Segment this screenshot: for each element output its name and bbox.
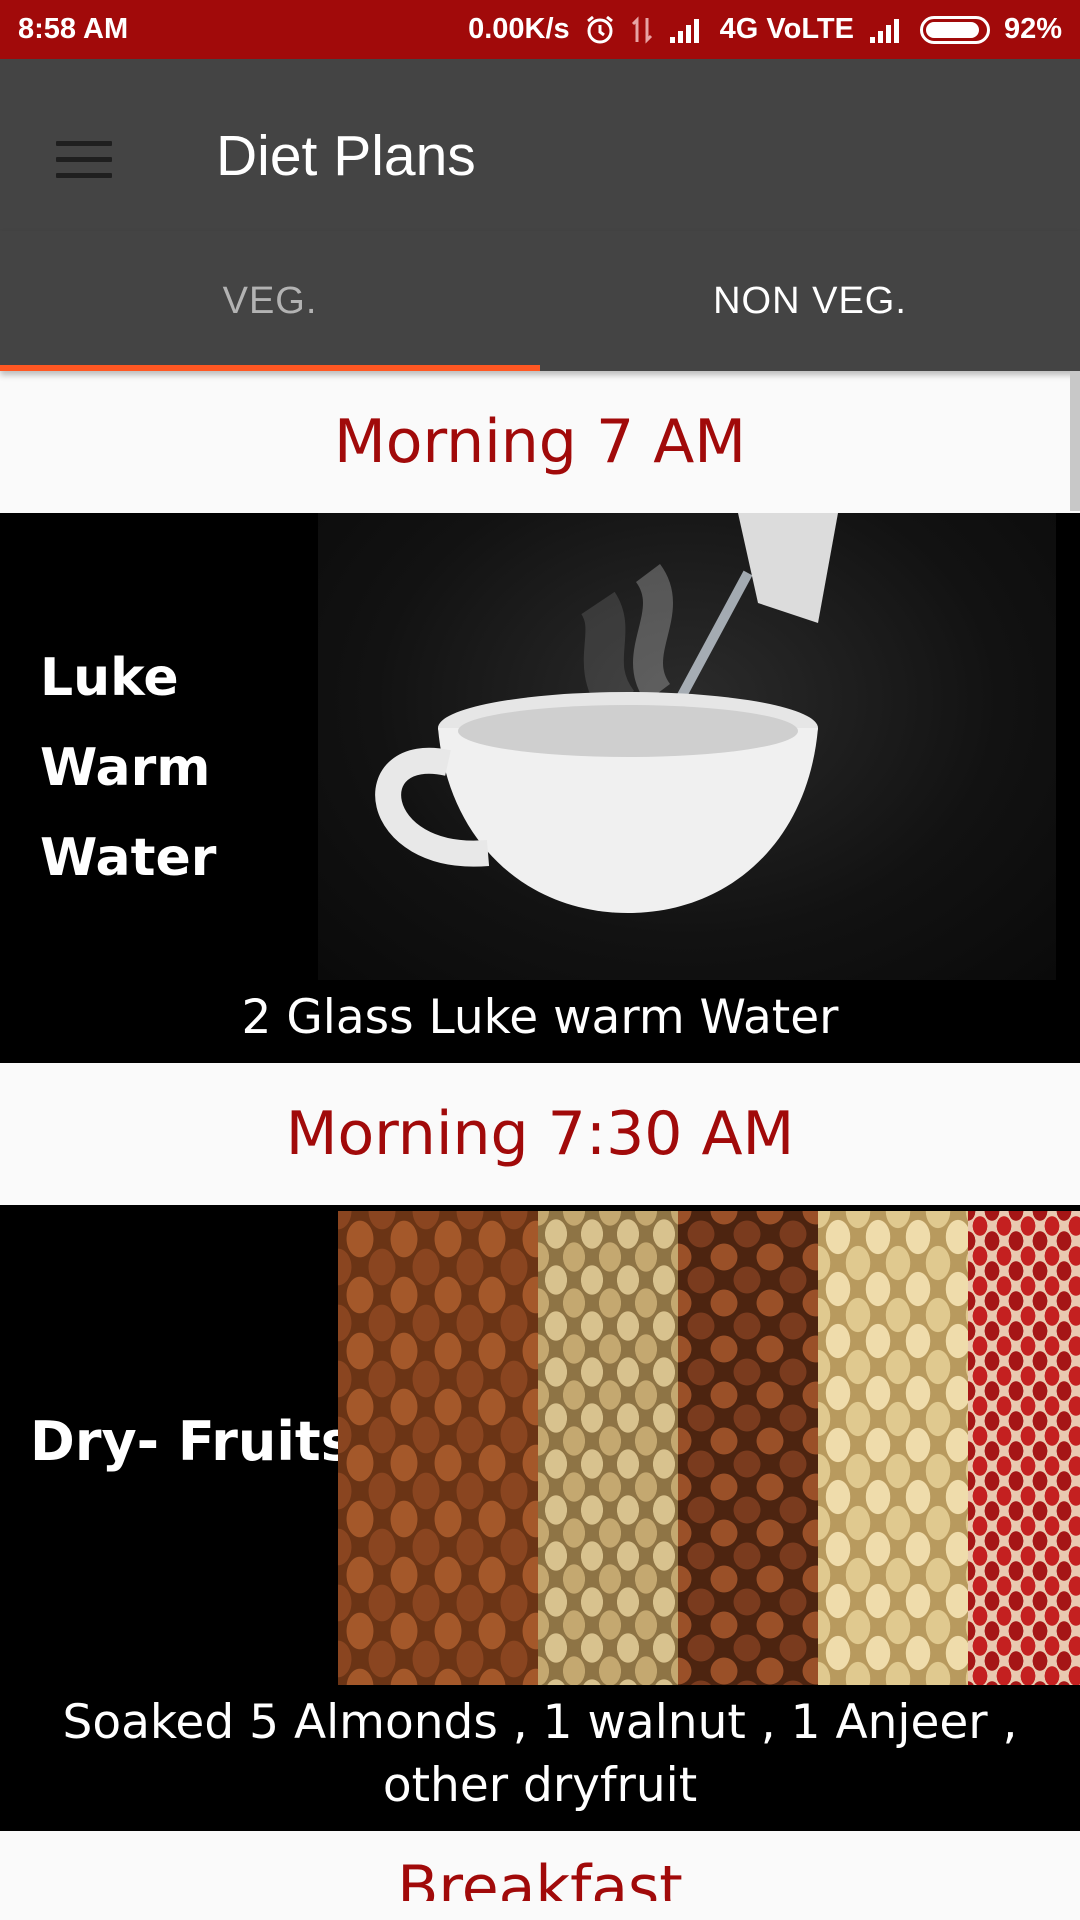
signal-icon — [668, 15, 706, 45]
battery-level-fill — [925, 21, 980, 38]
data-transfer-icon — [630, 14, 654, 46]
diet-type-tabs: VEG. NON VEG. — [0, 231, 1080, 371]
meal-caption: 2 Glass Luke warm Water — [241, 990, 839, 1045]
meal-card[interactable]: Dry- Fruits Soaked 5 Almonds , 1 walnut … — [0, 1205, 1080, 1831]
warm-water-image: Luke Warm Water — [0, 513, 1080, 980]
meal-card[interactable]: Luke Warm Water 2 Glass Luke warm Water — [0, 513, 1080, 1063]
meal-time-header: Morning 7 AM — [0, 371, 1080, 513]
dry-fruits-image: Dry- Fruits — [0, 1205, 1080, 1685]
image-label: Dry- Fruits — [30, 1410, 353, 1473]
network-type: 4G VoLTE — [719, 13, 854, 45]
tab-veg-label: VEG. — [222, 279, 318, 322]
status-time: 8:58 AM — [18, 13, 129, 45]
tab-non-veg-label: NON VEG. — [713, 279, 907, 322]
alarm-icon — [584, 14, 616, 46]
almonds-graphic — [338, 1211, 538, 1685]
network-speed: 0.00K/s — [468, 13, 570, 45]
battery-icon — [919, 15, 990, 44]
diet-plan-list[interactable]: Morning 7 AM Luke Warm Water 2 Glass Luk… — [0, 371, 1080, 1920]
teacup-photo — [318, 513, 1056, 980]
cashews-graphic — [818, 1211, 968, 1685]
meal-time-header: Breakfast — [397, 1853, 683, 1901]
image-label: Luke Warm Water — [40, 648, 217, 888]
scrollbar[interactable] — [1070, 371, 1080, 511]
tab-selected-indicator — [0, 365, 540, 371]
meal-caption: Soaked 5 Almonds , 1 walnut , 1 Anjeer ,… — [62, 1695, 1018, 1813]
pistachios-graphic — [538, 1211, 678, 1685]
app-toolbar: Diet Plans — [0, 59, 1080, 231]
signal-icon-secondary — [868, 15, 906, 45]
status-bar: 8:58 AM 0.00K/s 4G VoLTE 92% — [0, 0, 1080, 59]
tab-non-veg[interactable]: NON VEG. — [540, 231, 1080, 371]
tab-veg[interactable]: VEG. — [0, 231, 540, 371]
page-title: Diet Plans — [216, 124, 476, 188]
peanuts-graphic — [968, 1211, 1080, 1685]
hazelnuts-graphic — [678, 1211, 818, 1685]
battery-percent: 92% — [1003, 13, 1062, 45]
hamburger-menu-icon[interactable] — [40, 115, 128, 203]
meal-time-header: Morning 7:30 AM — [0, 1063, 1080, 1205]
dry-fruits-photo — [338, 1211, 1080, 1685]
